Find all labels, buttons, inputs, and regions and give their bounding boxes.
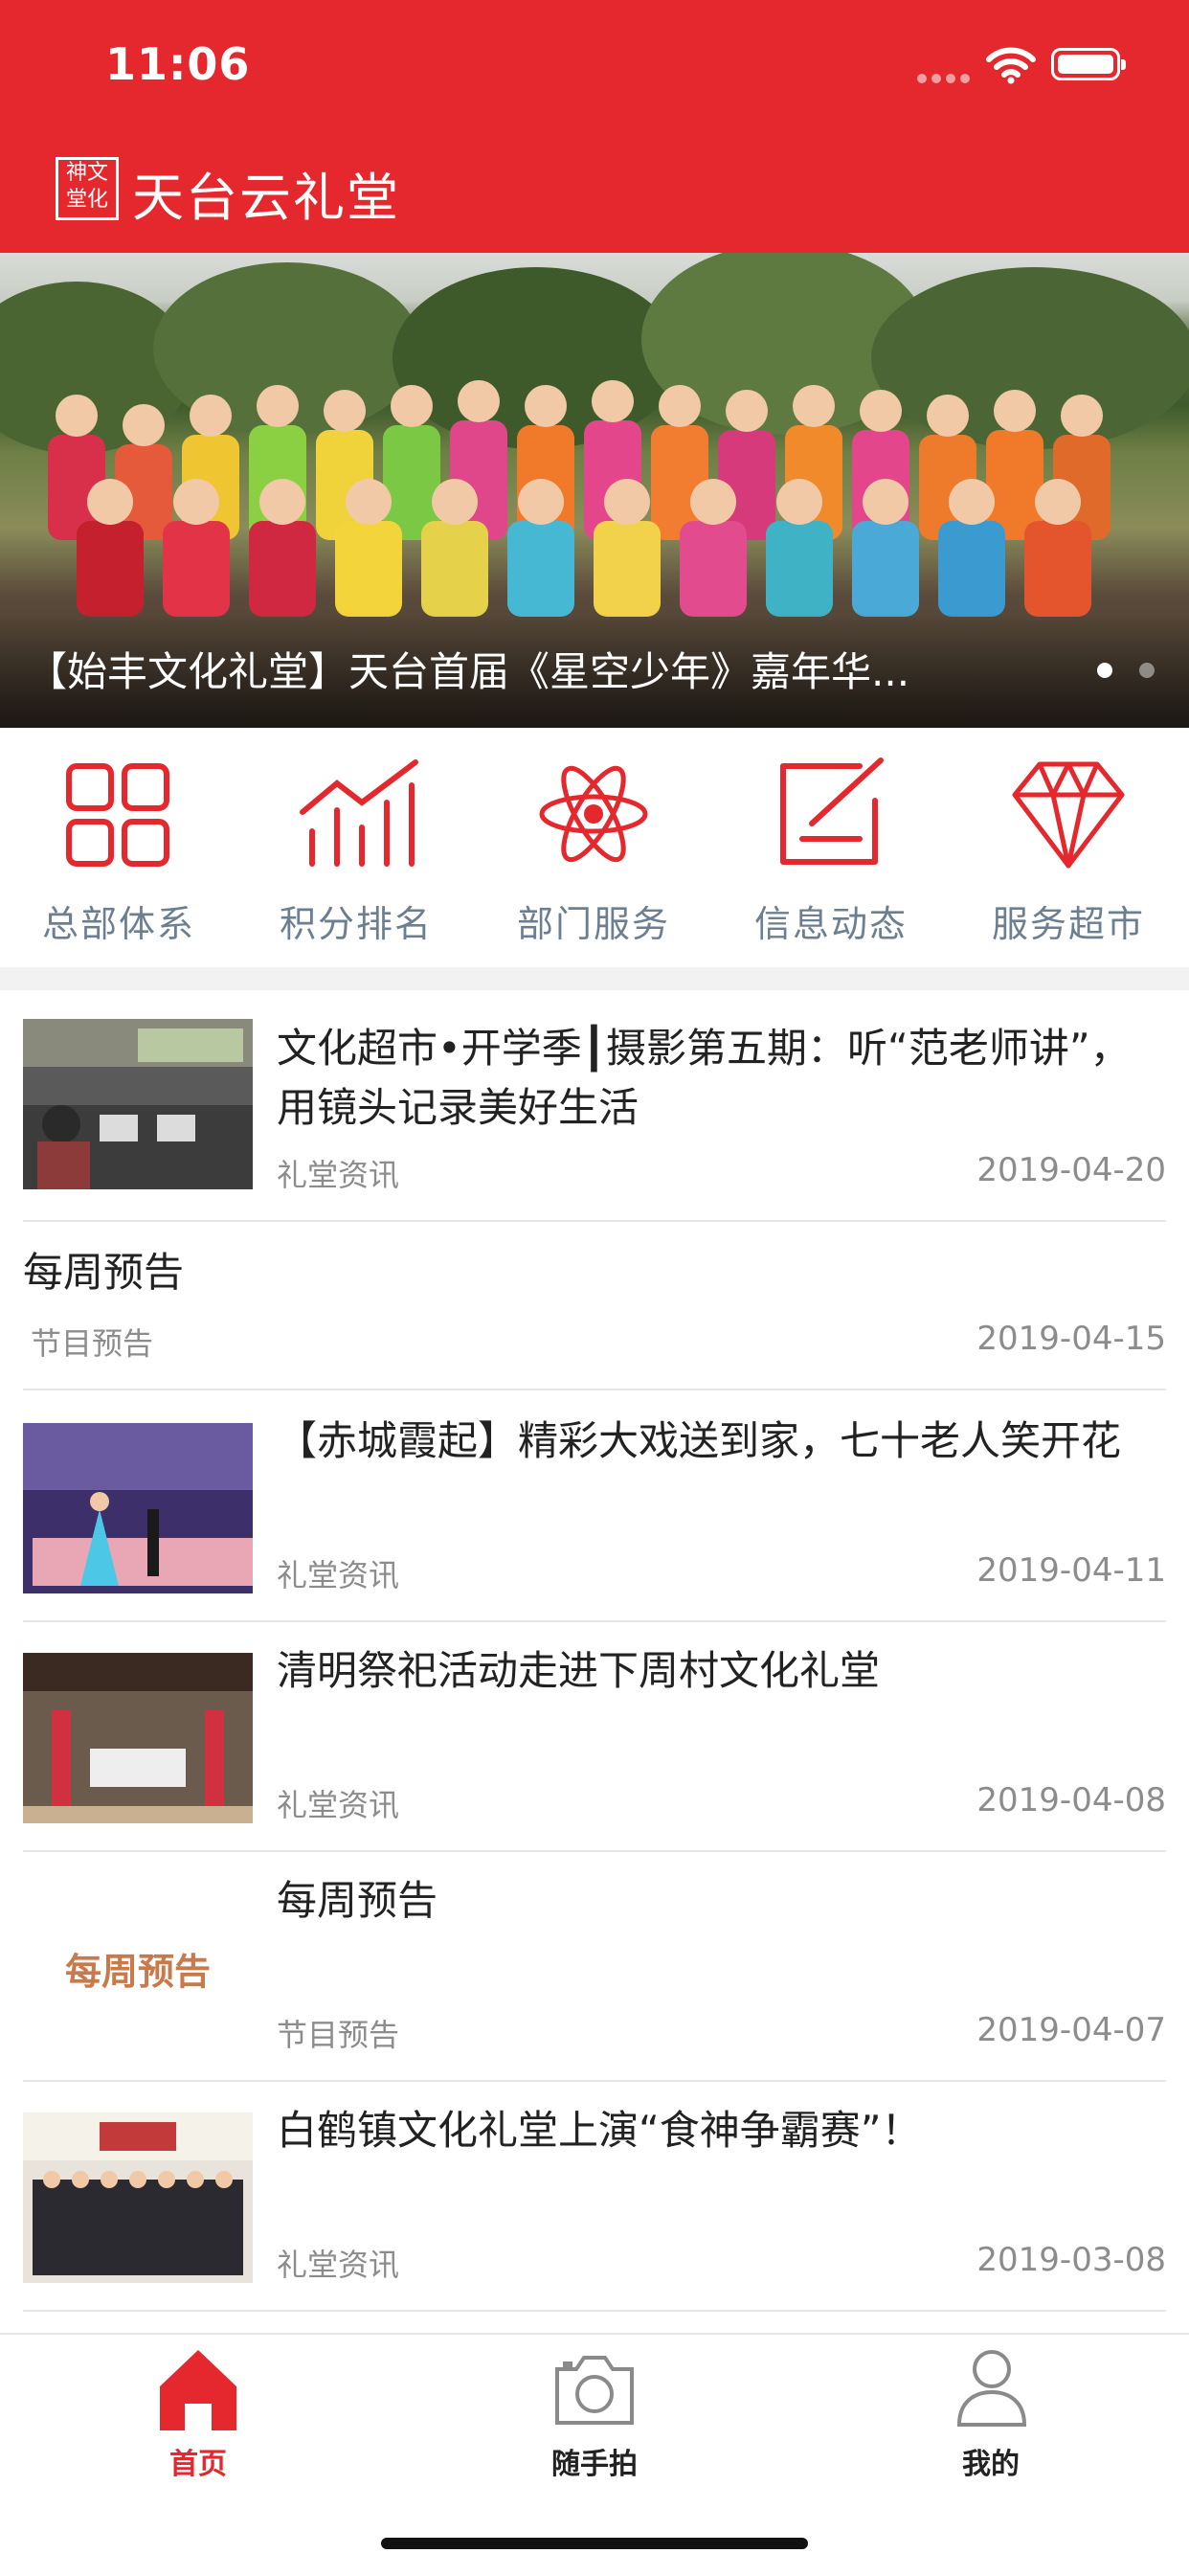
user-icon: [956, 2350, 1027, 2427]
banner-carousel[interactable]: 【始丰文化礼堂】天台首届《星空少年》嘉年华...: [0, 253, 1189, 728]
banner-caption[interactable]: 【始丰文化礼堂】天台首届《星空少年》嘉年华...: [27, 640, 1061, 698]
tab-profile[interactable]: 我的: [793, 2335, 1189, 2488]
news-category: 礼堂资讯: [277, 1557, 400, 1593]
news-date: 2019-04-07: [976, 2011, 1166, 2049]
banner-children-photo: [48, 380, 1110, 617]
quick-menu: 总部体系 积分排名 部门服务 信息动态 服务超市: [0, 728, 1189, 967]
news-item[interactable]: 【赤城霞起】精彩大戏送到家，七十老人笑开花 礼堂资讯 2019-04-11: [23, 1390, 1166, 1622]
news-title: 清明祭祀活动走进下周村文化礼堂: [277, 1647, 881, 1694]
news-item[interactable]: 文化超市•开学季┃摄影第五期：听“范老师讲”，用镜头记录美好生活 礼堂资讯 20…: [23, 1011, 1166, 1222]
news-date: 2019-04-11: [976, 1551, 1166, 1590]
tab-camera[interactable]: 随手拍: [396, 2335, 793, 2488]
app-title: 天台云礼堂: [132, 168, 400, 228]
menu-item-department-service[interactable]: 部门服务: [475, 728, 712, 967]
news-thumbnail: 每周预告: [23, 1883, 253, 2053]
menu-label: 总部体系: [41, 903, 195, 945]
menu-label: 部门服务: [516, 903, 670, 945]
diamond-icon: [1012, 761, 1125, 869]
news-item[interactable]: 白鹤镇文化礼堂上演“食神争霸赛”！ 礼堂资讯 2019-03-08: [23, 2080, 1166, 2312]
home-indicator[interactable]: [381, 2538, 808, 2549]
tab-label: 我的: [962, 2448, 1020, 2481]
status-time: 11:06: [105, 38, 251, 90]
news-date: 2019-04-20: [976, 1151, 1166, 1189]
menu-item-news-updates[interactable]: 信息动态: [712, 728, 950, 967]
news-date: 2019-03-08: [976, 2241, 1166, 2279]
news-category: 节目预告: [31, 1325, 154, 1362]
tab-label: 首页: [169, 2448, 227, 2481]
news-category: 礼堂资讯: [277, 1157, 400, 1193]
carousel-dot[interactable]: [1139, 663, 1155, 678]
menu-label: 积分排名: [279, 903, 433, 945]
news-title: 每周预告: [23, 1249, 185, 1296]
app-header: 11:06 神文 堂化 天台云礼堂: [0, 0, 1189, 253]
news-thumbnail: [23, 1019, 253, 1189]
grid-icon: [66, 763, 169, 867]
atom-icon: [539, 765, 648, 863]
menu-item-headquarters[interactable]: 总部体系: [0, 728, 237, 967]
edit-note-icon: [780, 757, 884, 865]
app-logo: 神文 堂化: [56, 157, 119, 220]
menu-label: 信息动态: [753, 903, 908, 945]
home-icon: [160, 2350, 236, 2430]
news-category: 礼堂资讯: [277, 2247, 400, 2283]
news-item[interactable]: 清明祭祀活动走进下周村文化礼堂 礼堂资讯 2019-04-08: [23, 1620, 1166, 1852]
news-category: 礼堂资讯: [277, 1787, 400, 1823]
battery-icon: [1051, 48, 1126, 80]
menu-label: 服务超市: [991, 903, 1145, 945]
menu-item-service-market[interactable]: 服务超市: [950, 728, 1187, 967]
news-title: 白鹤镇文化礼堂上演“食神争霸赛”！: [277, 2107, 922, 2154]
news-item[interactable]: 每周预告 每周预告 节目预告 2019-04-07: [23, 1850, 1166, 2082]
cellular-signal-icon: [917, 69, 975, 87]
news-date: 2019-04-15: [976, 1320, 1166, 1358]
menu-item-points-ranking[interactable]: 积分排名: [237, 728, 475, 967]
tab-home[interactable]: 首页: [0, 2335, 396, 2488]
news-thumbnail: [23, 1423, 253, 1593]
news-title: 【赤城霞起】精彩大戏送到家，七十老人笑开花: [277, 1417, 1122, 1464]
news-thumbnail: [23, 2113, 253, 2283]
news-thumbnail: [23, 1653, 253, 1823]
news-title: 文化超市•开学季┃摄影第五期：听“范老师讲”，用镜头记录美好生活: [277, 1025, 1131, 1131]
news-date: 2019-04-08: [976, 1781, 1166, 1819]
wifi-icon: [986, 47, 1036, 84]
tab-label: 随手拍: [551, 2448, 638, 2481]
news-title: 每周预告: [277, 1877, 438, 1924]
bar-chart-icon: [300, 759, 418, 867]
camera-icon: [555, 2356, 634, 2425]
carousel-dot-active[interactable]: [1097, 663, 1112, 678]
news-category: 节目预告: [277, 2017, 400, 2053]
news-item[interactable]: 每周预告 节目预告 2019-04-15: [23, 1220, 1166, 1390]
